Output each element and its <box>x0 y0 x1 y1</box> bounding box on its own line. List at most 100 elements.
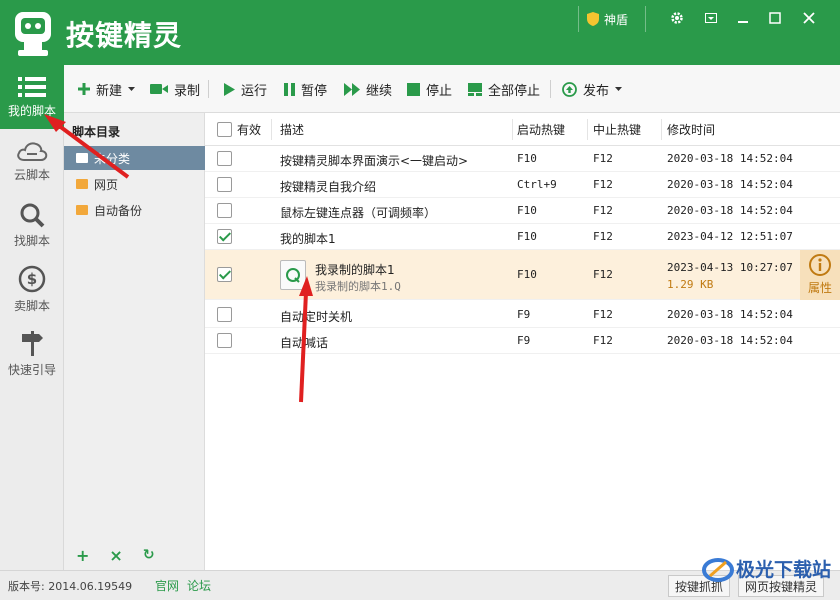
svg-text:$: $ <box>27 270 37 288</box>
resume-button[interactable]: 继续 <box>344 79 392 99</box>
table-row[interactable]: 鼠标左键连点器（可调频率） F10 F12 2020-03-18 14:52:0… <box>205 198 840 224</box>
stop-all-button[interactable]: 全部停止 <box>468 79 540 99</box>
directory-item-label: 网页 <box>94 177 119 192</box>
settings-gear-icon[interactable] <box>668 9 686 27</box>
row-start-hotkey: F9 <box>517 334 531 347</box>
column-start-hotkey[interactable]: 启动热键 <box>517 113 565 146</box>
row-checkbox[interactable] <box>217 333 232 348</box>
nav-cloud-scripts[interactable]: 云脚本 <box>0 129 64 193</box>
row-description: 自动喊话 <box>280 336 329 350</box>
row-start-hotkey: F10 <box>517 230 537 243</box>
signpost-icon <box>22 330 43 356</box>
forum-link[interactable]: 论坛 <box>187 577 211 594</box>
nav-label: 云脚本 <box>13 167 50 182</box>
directory-item-uncategorized[interactable]: 未分类 <box>64 146 205 170</box>
version-label: 版本号: 2014.06.19549 <box>8 580 133 593</box>
directory-item-label: 自动备份 <box>94 203 143 218</box>
official-site-link[interactable]: 官网 <box>155 577 179 594</box>
stop-button[interactable]: 停止 <box>407 79 452 99</box>
toolbar: 新建 录制 运行 暂停 继续 停止 全部停止 发布 <box>64 65 840 113</box>
row-stop-hotkey: F12 <box>593 308 613 321</box>
dollar-icon: $ <box>18 265 46 292</box>
row-modified-time: 2023-04-12 12:51:07 <box>667 230 793 243</box>
refresh-icon[interactable]: ↻ <box>143 547 155 563</box>
directory-item-web[interactable]: 网页 <box>64 172 205 196</box>
info-icon <box>809 254 831 276</box>
script-directory-panel: 脚本目录 未分类 网页 自动备份 + × ↻ <box>64 113 205 570</box>
column-stop-hotkey[interactable]: 中止热键 <box>593 113 641 146</box>
nav-label: 我的脚本 <box>7 103 56 118</box>
properties-button[interactable]: 属性 <box>800 250 840 300</box>
record-label: 录制 <box>174 83 201 99</box>
table-row[interactable]: 按键精灵自我介绍 Ctrl+9 F12 2020-03-18 14:52:04 <box>205 172 840 198</box>
row-checkbox[interactable] <box>217 177 232 192</box>
row-start-hotkey: F10 <box>517 268 537 281</box>
shield-icon <box>587 12 599 26</box>
nav-quick-guide[interactable]: 快速引导 <box>0 321 64 385</box>
publish-label: 发布 <box>583 83 610 99</box>
title-bar: 按键精灵 神盾 <box>0 0 840 65</box>
add-folder-icon[interactable]: + <box>76 546 89 565</box>
row-file-name: 我录制的脚本1.Q <box>315 280 401 293</box>
row-description: 按键精灵脚本界面演示<一键启动> <box>280 154 469 168</box>
record-button[interactable]: 录制 <box>150 79 200 99</box>
table-row[interactable]: 自动喊话 F9 F12 2020-03-18 14:52:04 <box>205 328 840 354</box>
select-all-checkbox[interactable] <box>217 122 232 137</box>
row-description: 鼠标左键连点器（可调频率） <box>280 206 437 220</box>
column-modified-time[interactable]: 修改时间 <box>667 113 715 146</box>
table-header: 有效 描述 启动热键 中止热键 修改时间 <box>205 113 840 146</box>
row-description: 我录制的脚本1 <box>315 263 395 277</box>
new-label: 新建 <box>96 83 123 99</box>
row-modified-time: 2020-03-18 14:52:04 <box>667 204 793 217</box>
stop-label: 停止 <box>426 83 453 99</box>
fast-forward-icon <box>344 82 360 96</box>
table-row[interactable]: 按键精灵脚本界面演示<一键启动> F10 F12 2020-03-18 14:5… <box>205 146 840 172</box>
table-row[interactable]: 自动定时关机 F9 F12 2020-03-18 14:52:04 <box>205 302 840 328</box>
publish-button[interactable]: 发布 <box>562 79 623 99</box>
properties-label: 属性 <box>807 281 832 295</box>
row-checkbox[interactable] <box>217 267 232 282</box>
shield-button[interactable]: 神盾 <box>586 8 628 30</box>
column-enabled[interactable]: 有效 <box>237 113 261 146</box>
nav-label: 快速引导 <box>7 362 56 377</box>
minimize-icon[interactable] <box>734 9 752 27</box>
pause-button[interactable]: 暂停 <box>284 79 327 99</box>
row-checkbox[interactable] <box>217 203 232 218</box>
row-stop-hotkey: F12 <box>593 152 613 165</box>
run-label: 运行 <box>241 83 268 99</box>
chevron-down-icon <box>615 87 623 91</box>
site-watermark: 极光下载站 <box>700 548 840 588</box>
row-description: 自动定时关机 <box>280 310 353 324</box>
row-stop-hotkey: F12 <box>593 268 613 281</box>
row-modified-time: 2023-04-13 10:27:07 <box>667 261 793 274</box>
row-checkbox[interactable] <box>217 307 232 322</box>
search-icon <box>20 203 45 227</box>
row-checkbox[interactable] <box>217 151 232 166</box>
menu-dropdown-icon[interactable] <box>702 9 720 27</box>
row-stop-hotkey: F12 <box>593 334 613 347</box>
row-start-hotkey: Ctrl+9 <box>517 178 557 191</box>
directory-title: 脚本目录 <box>72 125 121 139</box>
stop-icon <box>407 82 420 96</box>
directory-footer: + × ↻ <box>64 540 205 570</box>
pause-icon <box>284 82 295 96</box>
table-row-selected[interactable]: 我录制的脚本1 我录制的脚本1.Q F10 F12 2023-04-13 10:… <box>205 250 840 300</box>
table-row[interactable]: 我的脚本1 F10 F12 2023-04-12 12:51:07 <box>205 224 840 250</box>
nav-my-scripts[interactable]: 我的脚本 <box>0 65 64 129</box>
nav-sell-scripts[interactable]: $ 卖脚本 <box>0 257 64 321</box>
close-icon[interactable] <box>800 9 818 27</box>
new-button[interactable]: 新建 <box>78 79 136 99</box>
delete-folder-icon[interactable]: × <box>109 546 122 565</box>
row-modified-time: 2020-03-18 14:52:04 <box>667 178 793 191</box>
row-start-hotkey: F10 <box>517 152 537 165</box>
watermark-text: 极光下载站 <box>736 558 831 581</box>
row-modified-time: 2020-03-18 14:52:04 <box>667 334 793 347</box>
run-button[interactable]: 运行 <box>224 79 267 99</box>
row-checkbox[interactable] <box>217 229 232 244</box>
folder-icon <box>76 205 88 215</box>
script-table: 有效 描述 启动热键 中止热键 修改时间 按键精灵脚本界面演示<一键启动> F1… <box>205 113 840 570</box>
column-description[interactable]: 描述 <box>280 113 304 146</box>
nav-find-scripts[interactable]: 找脚本 <box>0 193 64 257</box>
maximize-icon[interactable] <box>766 9 784 27</box>
directory-item-auto-backup[interactable]: 自动备份 <box>64 198 205 222</box>
